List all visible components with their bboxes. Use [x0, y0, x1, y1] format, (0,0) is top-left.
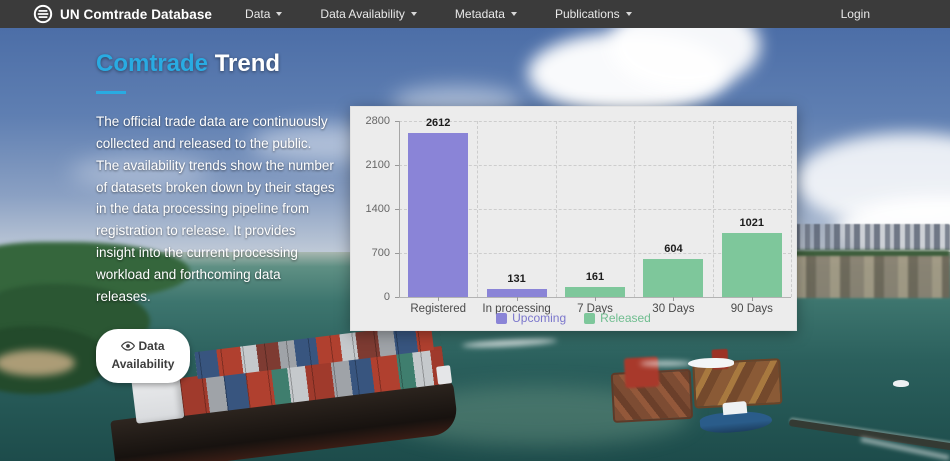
comtrade-logo-icon	[33, 4, 53, 24]
hero-section: Comtrade Trend The official trade data a…	[0, 28, 950, 461]
gridline-vertical	[713, 121, 714, 297]
navbar: UN Comtrade Database Data Data Availabil…	[0, 0, 950, 28]
x-tick-mark	[595, 297, 596, 301]
boat-wake	[640, 361, 692, 366]
legend-item-released[interactable]: Released	[584, 311, 651, 325]
legend-item-upcoming[interactable]: Upcoming	[496, 311, 566, 325]
chart-bar-90-days[interactable]	[722, 233, 782, 297]
y-tick-label: 2100	[351, 159, 390, 171]
nav-menu: Data Data Availability Metadata Publicat…	[226, 0, 651, 28]
y-tick-label: 0	[351, 291, 390, 303]
x-tick-mark	[438, 297, 439, 301]
title-underline	[96, 91, 126, 94]
chart-bar-7-days[interactable]	[565, 287, 625, 297]
chevron-down-icon	[411, 12, 417, 16]
legend-label: Released	[600, 311, 651, 325]
legend-swatch-icon	[584, 313, 595, 324]
x-tick-mark	[517, 297, 518, 301]
x-tick-mark	[673, 297, 674, 301]
small-boat	[893, 380, 909, 387]
eye-icon	[121, 341, 135, 351]
availability-chart: 07001400210028002612Registered131In proc…	[350, 106, 797, 331]
brand[interactable]: UN Comtrade Database	[33, 4, 212, 24]
nav-item-label: Metadata	[455, 7, 505, 21]
ship-foredeck	[436, 365, 452, 385]
chevron-down-icon	[511, 12, 517, 16]
city-skyline	[785, 224, 950, 250]
login-link[interactable]: Login	[841, 7, 870, 21]
nav-item-publications[interactable]: Publications	[536, 0, 651, 28]
bar-value-label: 2612	[398, 117, 478, 129]
data-availability-button[interactable]: Data Availability	[96, 329, 190, 383]
y-axis-line	[399, 121, 400, 297]
tugboat-cabin	[722, 401, 747, 415]
hero-description: The official trade data are continuously…	[96, 111, 338, 308]
chevron-down-icon	[626, 12, 632, 16]
port-pier	[782, 256, 950, 298]
chart-legend: Upcoming Released	[351, 311, 796, 325]
page-title-rest: Trend	[215, 50, 280, 77]
brand-title: UN Comtrade Database	[60, 7, 212, 22]
nav-item-data[interactable]: Data	[226, 0, 301, 28]
gridline-vertical	[791, 121, 792, 297]
page-title-accent: Comtrade	[96, 50, 208, 77]
chart-bar-30-days[interactable]	[643, 259, 703, 297]
chart-bar-registered[interactable]	[408, 133, 468, 297]
nav-item-label: Data	[245, 7, 270, 21]
chevron-down-icon	[276, 12, 282, 16]
bar-value-label: 131	[477, 273, 557, 285]
nav-item-label: Data Availability	[320, 7, 405, 21]
nav-item-metadata[interactable]: Metadata	[436, 0, 536, 28]
bar-value-label: 1021	[712, 217, 792, 229]
nav-item-label: Publications	[555, 7, 620, 21]
bar-value-label: 161	[555, 271, 635, 283]
y-tick-label: 1400	[351, 203, 390, 215]
chart-bar-in-processing[interactable]	[487, 289, 547, 297]
y-tick-label: 2800	[351, 115, 390, 127]
gridline-vertical	[477, 121, 478, 297]
bar-value-label: 604	[633, 243, 713, 255]
legend-swatch-icon	[496, 313, 507, 324]
yacht	[688, 358, 734, 368]
legend-label: Upcoming	[512, 311, 566, 325]
page-title: Comtrade Trend	[96, 50, 338, 78]
y-tick-label: 700	[351, 247, 390, 259]
x-tick-mark	[752, 297, 753, 301]
nav-item-data-availability[interactable]: Data Availability	[301, 0, 436, 28]
hero-content: Comtrade Trend The official trade data a…	[96, 50, 338, 383]
